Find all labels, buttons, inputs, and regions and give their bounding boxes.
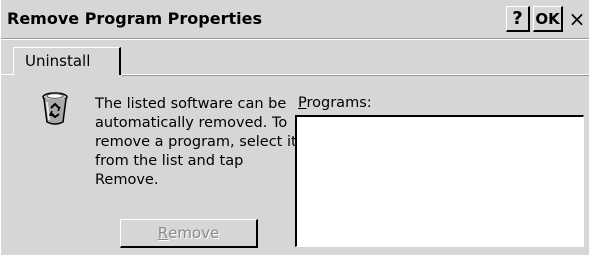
title-separator-highlight [1, 39, 589, 40]
window-title: Remove Program Properties [7, 9, 262, 28]
ok-button[interactable]: OK [533, 6, 563, 32]
remove-button-label: emove [168, 224, 220, 242]
recycle-bin-icon [38, 90, 72, 126]
programs-list[interactable] [295, 115, 584, 247]
tab-uninstall-label: Uninstall [25, 52, 91, 70]
programs-label-accel: P [298, 95, 307, 111]
programs-label: Programs: [298, 95, 372, 111]
programs-label-text: rograms: [306, 95, 372, 111]
description-line: Remove. [95, 172, 159, 188]
tab-uninstall[interactable]: Uninstall [13, 47, 121, 75]
remove-button-accel: R [157, 224, 169, 242]
description-line: remove a program, select it [95, 134, 297, 150]
description-text: The listed software can be automatically… [95, 95, 297, 190]
title-bar: Remove Program Properties ? OK × [1, 0, 589, 38]
remove-program-properties-window: Remove Program Properties ? OK × Uninsta… [0, 0, 589, 255]
description-line: The listed software can be [95, 96, 287, 112]
tab-strip-shadow [122, 75, 589, 76]
help-button[interactable]: ? [506, 6, 530, 32]
close-button[interactable]: × [566, 6, 588, 32]
description-line: from the list and tap [95, 153, 244, 169]
description-line: automatically removed. To [95, 115, 288, 131]
remove-button[interactable]: Remove [120, 219, 258, 248]
